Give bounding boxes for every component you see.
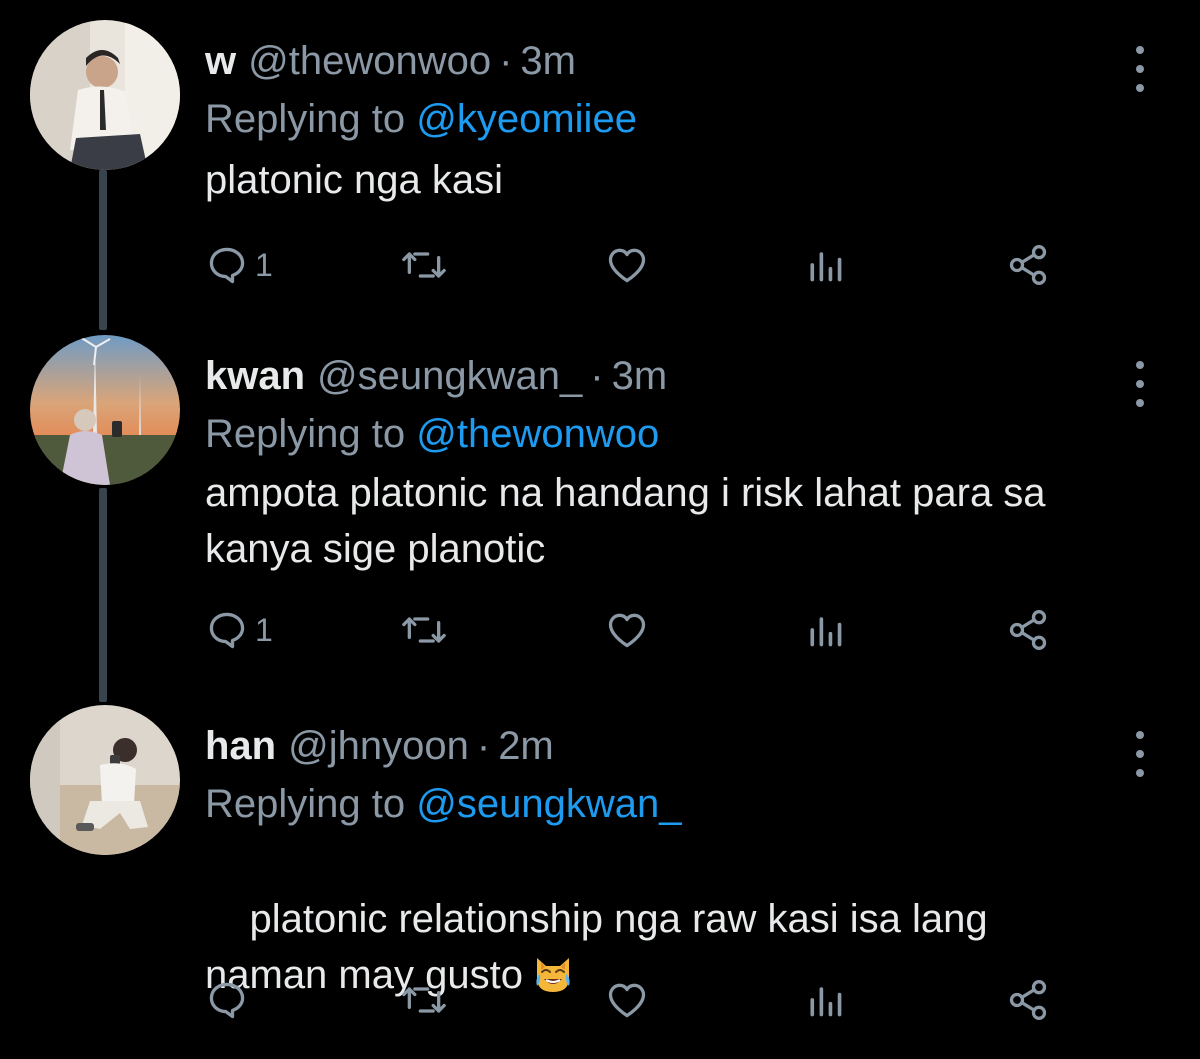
avatar[interactable]: [30, 335, 180, 485]
replying-to: Replying to @seungkwan_: [205, 779, 681, 829]
retweet-icon: [402, 252, 446, 278]
more-icon[interactable]: [1132, 731, 1148, 777]
display-name[interactable]: han: [205, 721, 276, 771]
replying-to-link[interactable]: @seungkwan_: [416, 782, 681, 826]
replying-prefix: Replying to: [205, 97, 406, 141]
user-handle[interactable]: @seungkwan_: [317, 351, 582, 401]
reply-button[interactable]: 1: [205, 235, 273, 295]
retweet-icon: [402, 987, 446, 1013]
reply-icon: [209, 247, 245, 284]
share-button[interactable]: [1005, 970, 1051, 1030]
tweet-header: han @jhnyoon · 2m: [205, 721, 554, 771]
replying-to-link[interactable]: @thewonwoo: [416, 412, 659, 456]
separator: ·: [499, 39, 513, 83]
reply-button[interactable]: 1: [205, 600, 273, 660]
retweet-icon: [402, 617, 446, 643]
share-icon: [1009, 245, 1047, 285]
reply-count: 1: [255, 611, 273, 648]
analytics-icon: [810, 252, 842, 282]
user-handle[interactable]: @thewonwoo: [248, 36, 491, 86]
reply-button[interactable]: [205, 970, 255, 1030]
separator: ·: [476, 724, 491, 768]
like-button[interactable]: [605, 600, 649, 660]
heart-icon: [608, 613, 646, 648]
retweet-button[interactable]: [400, 235, 448, 295]
avatar[interactable]: [30, 20, 180, 170]
share-icon: [1009, 980, 1047, 1020]
reply-icon: [209, 612, 245, 649]
avatar[interactable]: [30, 705, 180, 855]
user-handle[interactable]: @jhnyoon: [288, 721, 469, 771]
timestamp[interactable]: 3m: [520, 36, 576, 86]
display-name[interactable]: w: [205, 36, 236, 86]
timestamp[interactable]: 2m: [498, 721, 554, 771]
tweet-text: ampota platonic na handang i risk lahat …: [205, 471, 1057, 571]
retweet-button[interactable]: [400, 600, 448, 660]
replying-to: Replying to @thewonwoo: [205, 409, 659, 459]
more-icon[interactable]: [1132, 361, 1148, 407]
heart-icon: [608, 983, 646, 1018]
share-button[interactable]: [1005, 235, 1051, 295]
tweet-header: kwan @seungkwan_ · 3m: [205, 351, 667, 401]
like-button[interactable]: [605, 235, 649, 295]
heart-icon: [608, 248, 646, 283]
analytics-icon: [810, 987, 842, 1017]
share-button[interactable]: [1005, 600, 1051, 660]
views-button[interactable]: [805, 235, 845, 295]
tweet[interactable]: w @thewonwoo · 3m Replying to @kyeomiiee…: [0, 20, 1200, 310]
tweet-header: w @thewonwoo · 3m: [205, 36, 576, 86]
retweet-button[interactable]: [400, 970, 448, 1030]
analytics-icon: [810, 617, 842, 647]
tweet-text: platonic nga kasi: [205, 158, 503, 202]
like-button[interactable]: [605, 970, 649, 1030]
views-button[interactable]: [805, 600, 845, 660]
action-bar: [205, 970, 1065, 1030]
replying-prefix: Replying to: [205, 412, 406, 456]
replying-to: Replying to @kyeomiiee: [205, 94, 637, 144]
more-icon[interactable]: [1132, 46, 1148, 92]
share-icon: [1009, 610, 1047, 650]
tweet[interactable]: han @jhnyoon · 2m Replying to @seungkwan…: [0, 705, 1200, 1040]
replying-to-link[interactable]: @kyeomiiee: [416, 97, 637, 141]
reply-count: 1: [255, 246, 273, 283]
replying-prefix: Replying to: [205, 782, 406, 826]
separator: ·: [590, 354, 604, 398]
tweet[interactable]: kwan @seungkwan_ · 3m Replying to @thewo…: [0, 335, 1200, 685]
reply-icon: [209, 982, 245, 1019]
action-bar: 1: [205, 235, 1065, 295]
action-bar: 1: [205, 600, 1065, 660]
views-button[interactable]: [805, 970, 845, 1030]
timestamp[interactable]: 3m: [612, 351, 668, 401]
display-name[interactable]: kwan: [205, 351, 305, 401]
